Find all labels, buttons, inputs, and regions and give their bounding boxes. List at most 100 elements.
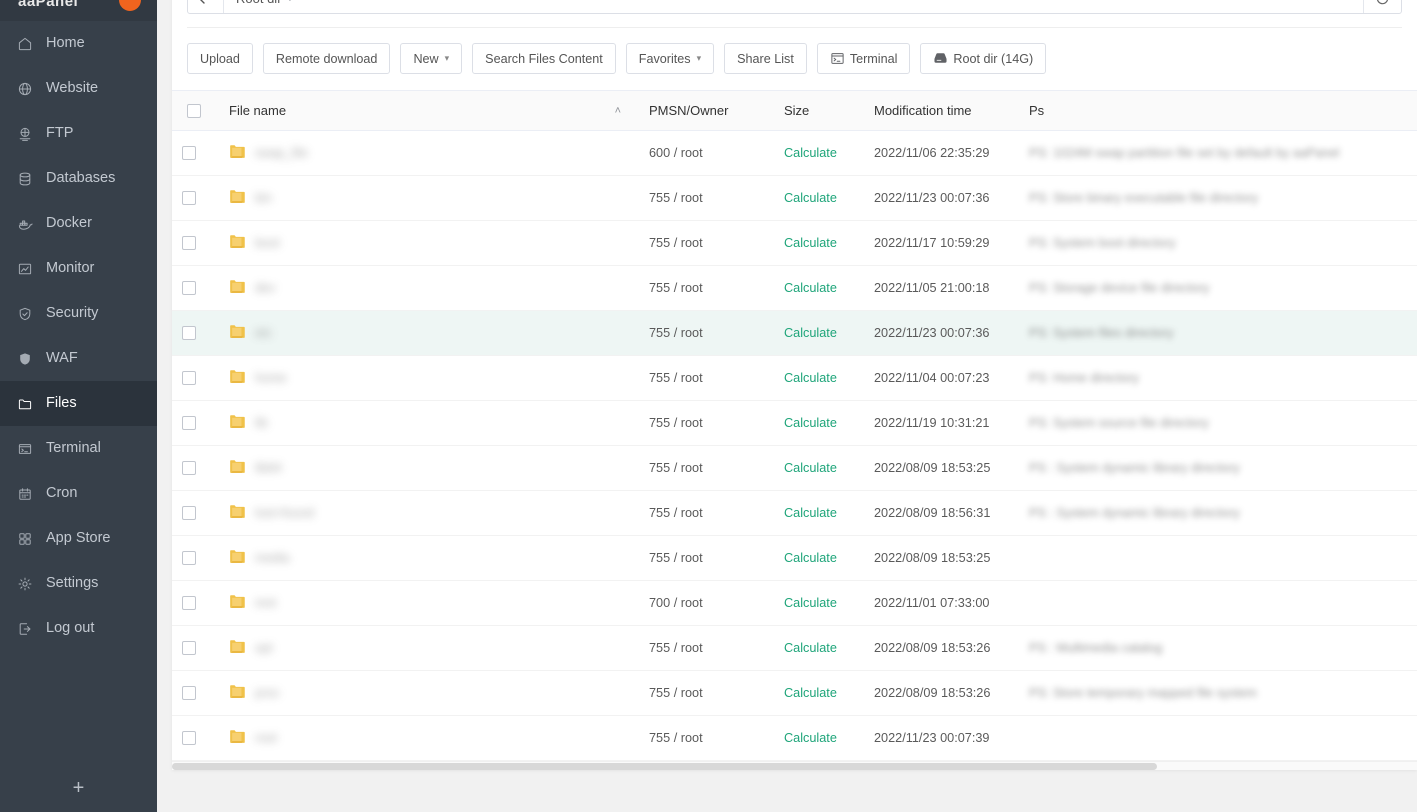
toolbar-button-remote-download[interactable]: Remote download [262,43,391,74]
sidebar-item-ftp[interactable]: FTP [0,111,157,156]
sort-ascending-icon[interactable]: ˄ [615,105,621,117]
sidebar-item-cron[interactable]: Cron [0,471,157,516]
sidebar-item-home[interactable]: Home [0,21,157,66]
table-row[interactable]: etc 755 / root Calculate 2022/11/23 00:07:3… [172,310,1417,356]
row-checkbox[interactable] [182,281,196,295]
sidebar-item-website[interactable]: Website [0,66,157,111]
column-header-size[interactable]: Size [774,90,864,131]
table-row[interactable]: lib 755 / root Calculate 2022/11/19 10:31:2… [172,400,1417,446]
folder-icon [229,414,246,432]
row-checkbox[interactable] [182,596,196,610]
calculate-size-link[interactable]: Calculate [784,686,837,700]
brand-title: aaPanel [18,0,79,10]
sidebar-item-security[interactable]: Security [0,291,157,336]
row-checkbox[interactable] [182,506,196,520]
sidebar-item-log-out[interactable]: Log out [0,606,157,651]
sidebar-item-waf[interactable]: WAF [0,336,157,381]
sidebar-item-settings[interactable]: Settings [0,561,157,606]
file-name-cell[interactable]: swap_file [219,130,639,176]
toolbar-button-upload[interactable]: Upload [187,43,253,74]
table-row[interactable]: bin 755 / root Calculate 2022/11/23 00:07:3… [172,175,1417,221]
toolbar-button-new[interactable]: New ▾ [400,43,463,74]
column-header-ps[interactable]: Ps [1019,90,1417,131]
row-checkbox[interactable] [182,326,196,340]
gear-icon [14,575,36,593]
table-row[interactable]: proc 755 / root Calculate 2022/08/09 18:53:… [172,670,1417,716]
column-header-owner[interactable]: PMSN/Owner [639,90,774,131]
file-name-cell[interactable]: media [219,535,639,581]
toolbar-button-terminal[interactable]: Terminal [816,43,911,74]
file-name-cell[interactable]: opt [219,625,639,671]
table-row[interactable]: opt 755 / root Calculate 2022/08/09 18:53:2… [172,625,1417,671]
table-row[interactable]: dev 755 / root Calculate 2022/11/05 21:00:1… [172,265,1417,311]
sidebar-item-databases[interactable]: Databases [0,156,157,201]
calculate-size-link[interactable]: Calculate [784,326,837,340]
toolbar-button-root-dir-14g-[interactable]: Root dir (14G) [920,43,1047,74]
toolbar-button-label: Upload [200,51,240,66]
row-checkbox[interactable] [182,686,196,700]
calculate-size-link[interactable]: Calculate [784,641,837,655]
row-checkbox[interactable] [182,236,196,250]
row-checkbox[interactable] [182,416,196,430]
calculate-size-link[interactable]: Calculate [784,416,837,430]
calculate-size-link[interactable]: Calculate [784,731,837,745]
file-name-cell[interactable]: boot [219,220,639,266]
sidebar-item-app-store[interactable]: App Store [0,516,157,561]
file-name-cell[interactable]: bin [219,175,639,221]
file-name-cell[interactable]: lib [219,400,639,446]
select-all-checkbox[interactable] [187,103,201,118]
row-checkbox[interactable] [182,371,196,385]
column-header-modification-time[interactable]: Modification time [864,90,1019,131]
row-checkbox[interactable] [182,146,196,160]
arrow-left-icon[interactable] [188,0,224,13]
table-row[interactable]: lost+found 755 / root Calculate 2022/08/09 … [172,490,1417,536]
calculate-size-link[interactable]: Calculate [784,146,837,160]
calculate-size-link[interactable]: Calculate [784,236,837,250]
calculate-size-link[interactable]: Calculate [784,281,837,295]
calculate-size-link[interactable]: Calculate [784,371,837,385]
calculate-size-link[interactable]: Calculate [784,551,837,565]
scrollbar-thumb[interactable] [172,763,1157,770]
sidebar-item-terminal[interactable]: Terminal [0,426,157,471]
file-name-cell[interactable]: lib64 [219,445,639,491]
file-name-cell[interactable]: lost+found [219,490,639,536]
file-name-cell[interactable]: mnt [219,580,639,626]
refresh-icon[interactable] [1363,0,1401,13]
file-name-cell[interactable]: root [219,715,639,761]
owner-label: 755 / root [649,281,703,295]
file-table-body: swap_file 600 / root Calculate 2022/11/06 2… [172,130,1417,761]
modification-time-label: 2022/08/09 18:53:25 [874,461,991,475]
breadcrumb-item-root[interactable]: Root dir [236,0,282,6]
column-header-file-name[interactable]: File name ˄ [219,90,639,131]
row-checkbox[interactable] [182,641,196,655]
table-horizontal-scrollbar[interactable] [172,761,1417,770]
calculate-size-link[interactable]: Calculate [784,461,837,475]
table-row[interactable]: lib64 755 / root Calculate 2022/08/09 18:53… [172,445,1417,491]
table-row[interactable]: root 755 / root Calculate 2022/11/23 00:07:… [172,715,1417,761]
size-cell: Calculate [774,355,864,401]
sidebar-item-monitor[interactable]: Monitor [0,246,157,291]
sidebar-add-button[interactable]: + [0,764,157,812]
row-checkbox[interactable] [182,731,196,745]
avatar[interactable] [119,0,141,11]
table-row[interactable]: mnt 700 / root Calculate 2022/11/01 07:33:0… [172,580,1417,626]
file-name-cell[interactable]: etc [219,310,639,356]
toolbar-button-search-files-content[interactable]: Search Files Content [472,43,616,74]
table-row[interactable]: media 755 / root Calculate 2022/08/09 18:53… [172,535,1417,581]
table-row[interactable]: boot 755 / root Calculate 2022/11/17 10:59:… [172,220,1417,266]
calculate-size-link[interactable]: Calculate [784,191,837,205]
file-name-cell[interactable]: home [219,355,639,401]
toolbar-button-favorites[interactable]: Favorites ▾ [625,43,715,74]
row-checkbox[interactable] [182,551,196,565]
row-checkbox[interactable] [182,461,196,475]
file-name-cell[interactable]: dev [219,265,639,311]
file-name-cell[interactable]: proc [219,670,639,716]
sidebar-item-files[interactable]: Files [0,381,157,426]
table-row[interactable]: home 755 / root Calculate 2022/11/04 00:07:… [172,355,1417,401]
row-checkbox[interactable] [182,191,196,205]
toolbar-button-share-list[interactable]: Share List [724,43,807,74]
calculate-size-link[interactable]: Calculate [784,506,837,520]
sidebar-item-docker[interactable]: Docker [0,201,157,246]
calculate-size-link[interactable]: Calculate [784,596,837,610]
table-row[interactable]: swap_file 600 / root Calculate 2022/11/06 2… [172,130,1417,176]
